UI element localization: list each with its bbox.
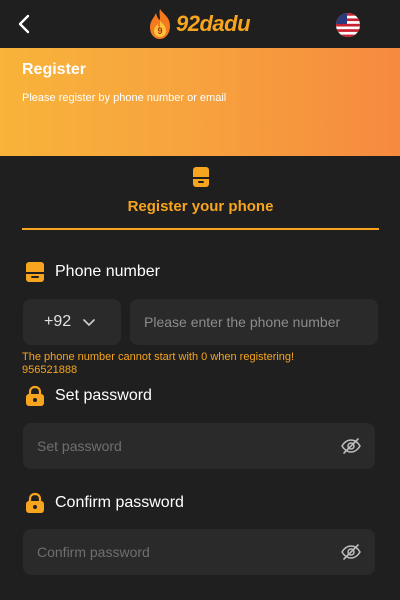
set-password-field	[23, 423, 375, 469]
tab-register-phone[interactable]: Register your phone	[22, 158, 379, 230]
brand-logo: 9 92dadu	[146, 7, 251, 41]
tab-label: Register your phone	[127, 198, 274, 215]
confirm-password-input[interactable]	[23, 529, 323, 575]
lock-icon	[24, 385, 46, 407]
confirm-password-field	[23, 529, 375, 575]
svg-text:9: 9	[157, 26, 162, 36]
phone-error-message: The phone number cannot start with 0 whe…	[22, 351, 382, 377]
phone-icon	[192, 166, 210, 188]
banner-title: Register	[22, 61, 87, 78]
country-code-value: +92	[44, 313, 72, 330]
set-password-label: Set password	[55, 387, 152, 404]
country-code-select[interactable]: +92	[23, 299, 121, 345]
phone-icon	[24, 261, 46, 283]
top-bar: 9 92dadu	[0, 0, 400, 48]
banner-subtitle: Please register by phone number or email	[22, 92, 227, 104]
logo-text: 92dadu	[176, 11, 251, 36]
back-chevron-icon[interactable]	[14, 12, 36, 36]
register-banner: Register Please register by phone number…	[0, 48, 400, 156]
eye-off-icon[interactable]	[341, 542, 361, 562]
error-line: 956521888	[22, 364, 78, 376]
phone-number-input[interactable]	[130, 299, 378, 345]
chevron-down-icon	[83, 316, 95, 328]
flame-logo-icon: 9	[150, 9, 170, 39]
set-password-input[interactable]	[23, 423, 323, 469]
error-line: The phone number cannot start with 0 whe…	[22, 351, 295, 363]
eye-off-icon[interactable]	[341, 436, 361, 456]
phone-number-label: Phone number	[55, 263, 160, 280]
lock-icon	[24, 492, 46, 514]
confirm-password-label: Confirm password	[55, 494, 184, 511]
us-flag-icon[interactable]	[336, 13, 360, 37]
